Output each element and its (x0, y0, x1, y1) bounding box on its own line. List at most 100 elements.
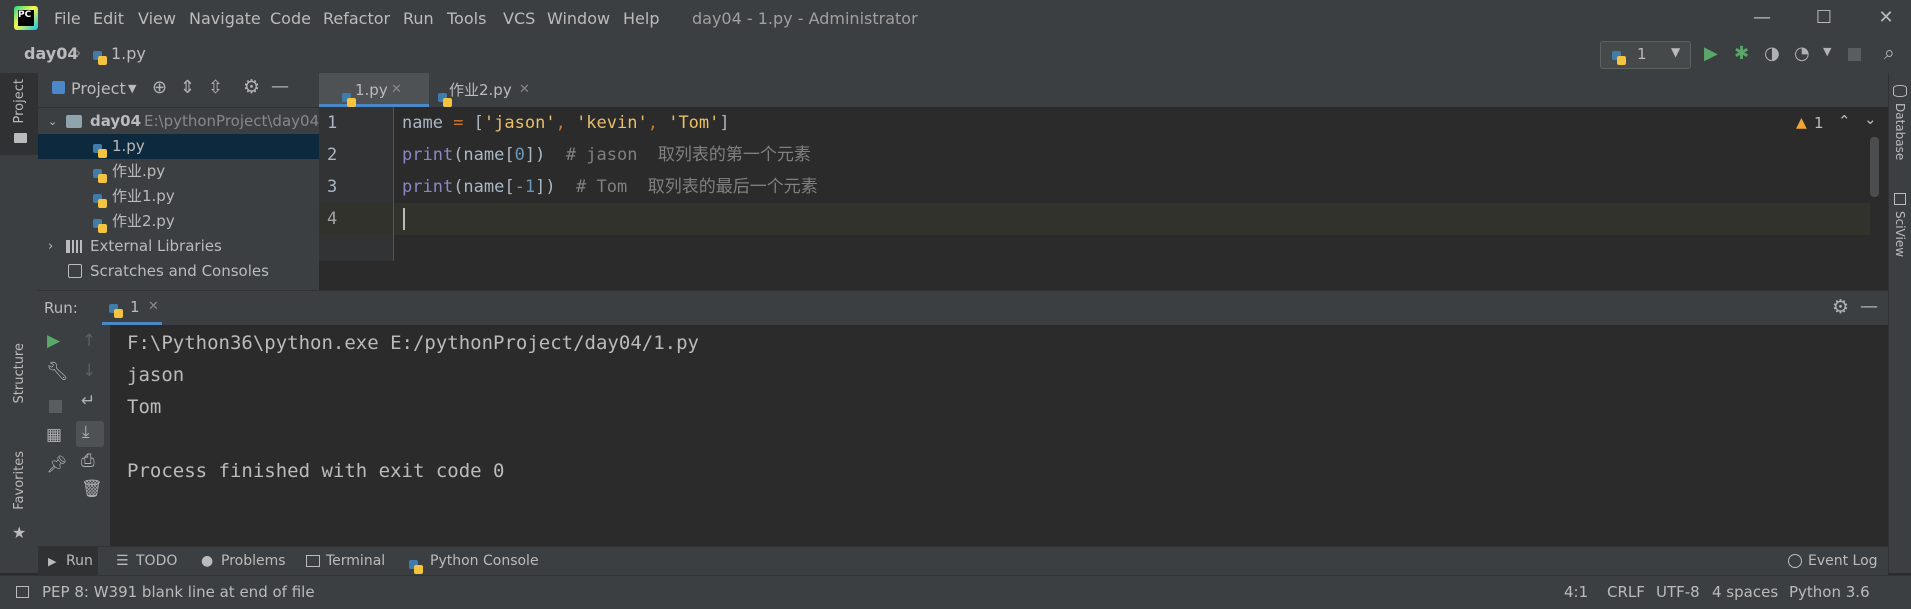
close-tab-icon[interactable]: ✕ (391, 73, 402, 107)
run-toolbar-primary: ▶ 🔧︎ ▦ 📌︎ (38, 325, 72, 546)
gear-icon[interactable]: ⚙ (243, 76, 260, 98)
python-file-icon (92, 50, 108, 66)
more-run-chevron-icon[interactable]: ▼ (1823, 45, 1831, 58)
arrow-up-icon[interactable]: ↑ (82, 331, 96, 351)
close-tab-icon[interactable]: ✕ (519, 73, 530, 107)
expand-all-icon[interactable]: ⇕ (180, 77, 195, 98)
trash-icon[interactable]: 🗑︎ (81, 479, 103, 499)
bottom-tab-python-console[interactable]: Python Console (408, 547, 548, 576)
menu-help[interactable]: Help (623, 9, 659, 28)
tree-file-zuoye2[interactable]: 作业2.py (38, 209, 319, 234)
hide-panel-icon[interactable]: — (1860, 296, 1878, 317)
menu-tools[interactable]: Tools (447, 9, 486, 28)
run-config-select[interactable]: 1 ▼ (1600, 41, 1691, 69)
current-line-highlight (394, 203, 1870, 235)
menu-file[interactable]: File (54, 9, 81, 28)
editor-scrollbar[interactable] (1870, 137, 1879, 197)
python-file-icon (108, 303, 124, 319)
event-log-icon (1788, 554, 1802, 568)
minimize-button[interactable]: — (1742, 4, 1782, 32)
structure-tool-tab[interactable]: Structure (0, 343, 38, 443)
tree-file-label: 1.py (112, 137, 145, 155)
menu-code[interactable]: Code (270, 9, 311, 28)
tree-scratches[interactable]: Scratches and Consoles (38, 259, 319, 284)
next-highlight-icon[interactable]: ⌄ (1864, 110, 1877, 128)
code-editor[interactable]: name = ['jason', 'kevin', 'Tom'] print(n… (394, 107, 1888, 261)
tab-zuoye2[interactable]: 作业2.py ✕ (419, 73, 544, 107)
maximize-button[interactable]: ☐ (1804, 4, 1844, 32)
caret-position[interactable]: 4:1 (1564, 576, 1588, 609)
scroll-to-end-toggle[interactable]: ⤓ (76, 421, 104, 447)
bottom-tab-run[interactable]: ▶ Run (38, 547, 98, 576)
project-tree: ⌄ day04 E:\pythonProject\day04 1.py 作业.p… (38, 107, 319, 290)
run-tab-1[interactable]: 1 ✕ (102, 291, 162, 325)
menu-navigate[interactable]: Navigate (189, 9, 261, 28)
todo-list-icon: ☰ (116, 553, 129, 569)
tab-label: 1.py (355, 81, 388, 99)
file-encoding[interactable]: UTF-8 (1656, 576, 1700, 609)
indent-setting[interactable]: 4 spaces (1712, 576, 1778, 609)
breadcrumb-file[interactable]: 1.py (111, 44, 146, 63)
wrench-icon[interactable]: 🔧︎ (46, 361, 69, 382)
rerun-icon[interactable]: ▶ (47, 331, 60, 351)
status-message[interactable]: PEP 8: W391 blank line at end of file (42, 576, 315, 609)
print-icon[interactable]: ⎙ (81, 451, 95, 471)
toggle-tool-windows-icon[interactable] (16, 586, 29, 598)
search-icon[interactable]: ⌕ (1884, 42, 1895, 64)
database-tool-tab[interactable]: Database (1893, 103, 1907, 160)
code-token: -1 (514, 177, 536, 197)
tree-file-label: 作业2.py (112, 212, 175, 230)
sciview-icon (1894, 193, 1906, 205)
python-interpreter[interactable]: Python 3.6 (1789, 576, 1870, 609)
bottom-tab-terminal[interactable]: Terminal (306, 547, 406, 576)
menu-run[interactable]: Run (403, 9, 434, 28)
sciview-tool-tab[interactable]: SciView (1893, 211, 1907, 257)
hide-panel-icon[interactable]: — (271, 76, 289, 97)
bottom-tab-todo[interactable]: ☰ TODO (116, 547, 206, 576)
event-log-button[interactable]: Event Log (1788, 547, 1888, 576)
project-view-select[interactable]: Project (71, 79, 126, 98)
menu-view[interactable]: View (138, 9, 176, 28)
menu-edit[interactable]: Edit (93, 9, 124, 28)
coverage-icon[interactable]: ◑ (1764, 43, 1780, 64)
tree-file-1py[interactable]: 1.py (38, 134, 319, 159)
window-title: day04 - 1.py - Administrator (692, 9, 918, 28)
tree-external-libraries[interactable]: › External Libraries (38, 234, 319, 259)
chevron-down-icon[interactable]: ▼ (128, 82, 136, 95)
soft-wrap-icon[interactable]: ↵ (81, 391, 95, 411)
gear-icon[interactable]: ⚙ (1832, 296, 1849, 318)
collapse-all-icon[interactable]: ⇳ (208, 77, 223, 98)
arrow-down-icon[interactable]: ↓ (82, 361, 96, 381)
favorites-tool-tab[interactable]: Favorites ★ (0, 451, 38, 571)
close-button[interactable]: ✕ (1866, 4, 1906, 32)
menu-window[interactable]: Window (547, 9, 610, 28)
tree-root-day04[interactable]: ⌄ day04 E:\pythonProject\day04 (38, 109, 319, 134)
debug-icon[interactable]: ✱ (1734, 43, 1749, 64)
profile-icon[interactable]: ◔ (1794, 43, 1810, 64)
bottom-tab-problems[interactable]: ● Problems (201, 547, 301, 576)
prev-highlight-icon[interactable]: ⌃ (1838, 112, 1851, 130)
warning-count[interactable]: 1 (1814, 114, 1824, 132)
code-token: ]) (524, 145, 546, 165)
code-comment: # Tom 取列表的最后一个元素 (555, 177, 818, 197)
menu-refactor[interactable]: Refactor (323, 9, 390, 28)
layout-icon[interactable]: ▦ (46, 425, 62, 445)
stop-icon[interactable] (49, 400, 62, 413)
bottom-tab-label: TODO (136, 553, 178, 569)
run-console[interactable]: F:\Python36\python.exe E:/pythonProject/… (110, 325, 1888, 546)
line-separator[interactable]: CRLF (1607, 576, 1645, 609)
warning-icon[interactable]: ▲ (1796, 115, 1807, 131)
menu-vcs[interactable]: VCS (503, 9, 535, 28)
tab-1py[interactable]: 1.py ✕ (319, 73, 429, 107)
code-token: (name[ (453, 145, 515, 165)
pin-icon[interactable]: 📌︎ (46, 455, 68, 475)
tree-file-zuoye[interactable]: 作业.py (38, 159, 319, 184)
tree-file-label: 作业1.py (112, 187, 175, 205)
breadcrumb-project[interactable]: day04 (24, 44, 78, 63)
stop-icon[interactable] (1848, 48, 1861, 61)
locate-target-icon[interactable]: ⊕ (152, 77, 167, 98)
run-icon[interactable]: ▶ (1704, 43, 1718, 64)
code-line-3: print(name[-1]) # Tom 取列表的最后一个元素 (402, 171, 818, 203)
close-tab-icon[interactable]: ✕ (148, 299, 159, 314)
tree-file-zuoye1[interactable]: 作业1.py (38, 184, 319, 209)
